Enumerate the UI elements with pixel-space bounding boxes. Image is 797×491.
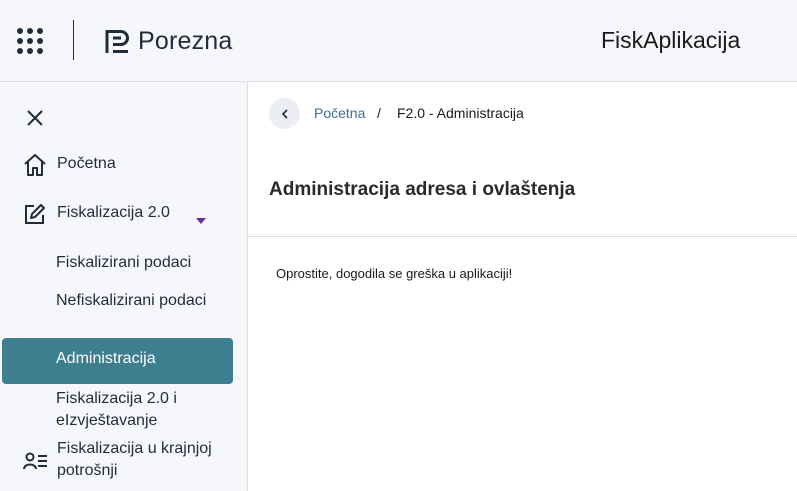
sidebar-item-label: Fiskalizacija 2.0 (57, 204, 170, 221)
sidebar-item-fiskalizacija-krajnja-potrosnja[interactable]: Fiskalizacija u krajnjoj potrošnji (0, 438, 248, 482)
sidebar: Početna Fiskalizacija 2.0 Fiskalizirani … (0, 82, 248, 491)
main-content: Početna / F2.0 - Administracija Administ… (248, 82, 797, 491)
edit-icon (22, 201, 48, 227)
sidebar-item-label: Početna (57, 155, 116, 172)
sidebar-subitem-administracija[interactable]: Administracija (2, 338, 233, 384)
sidebar-item-label: Fiskalizacija u krajnjoj potrošnji (57, 440, 212, 479)
home-icon (22, 152, 48, 178)
chevron-left-icon (281, 108, 288, 119)
sidebar-subitem-fiskalizirani-podaci[interactable]: Fiskalizirani podaci (56, 252, 226, 274)
logo-text: Porezna (138, 26, 233, 55)
porezna-logo-icon (105, 29, 129, 53)
sidebar-item-pocetna[interactable]: Početna (0, 150, 248, 180)
chevron-down-icon[interactable] (196, 211, 206, 224)
sidebar-subitem-fiskalizacija-eizvjestavanje[interactable]: Fiskalizacija 2.0 i eIzvještavanje (56, 388, 226, 432)
page-title: Administracija adresa i ovlaštenja (269, 179, 576, 200)
top-bar: Porezna FiskAplikacija (0, 0, 797, 82)
sidebar-item-fiskalizacija-2-0[interactable]: Fiskalizacija 2.0 (0, 199, 248, 229)
header-divider (73, 20, 74, 60)
app-title: FiskAplikacija (601, 27, 741, 53)
user-list-icon (22, 448, 48, 474)
title-divider (248, 236, 797, 237)
breadcrumb-current: F2.0 - Administracija (397, 105, 524, 121)
porezna-logo[interactable]: Porezna (104, 26, 233, 56)
back-button[interactable] (269, 98, 300, 129)
error-message: Oprostite, dogodila se greška u aplikaci… (276, 266, 513, 281)
breadcrumb-separator: / (377, 105, 381, 121)
apps-grid-icon[interactable] (16, 27, 44, 55)
close-icon[interactable] (24, 107, 46, 129)
sidebar-subitem-nefiskalizirani-podaci[interactable]: Nefiskalizirani podaci (56, 290, 226, 312)
breadcrumb-home[interactable]: Početna (314, 105, 365, 121)
sidebar-subitem-label: Administracija (56, 350, 156, 367)
